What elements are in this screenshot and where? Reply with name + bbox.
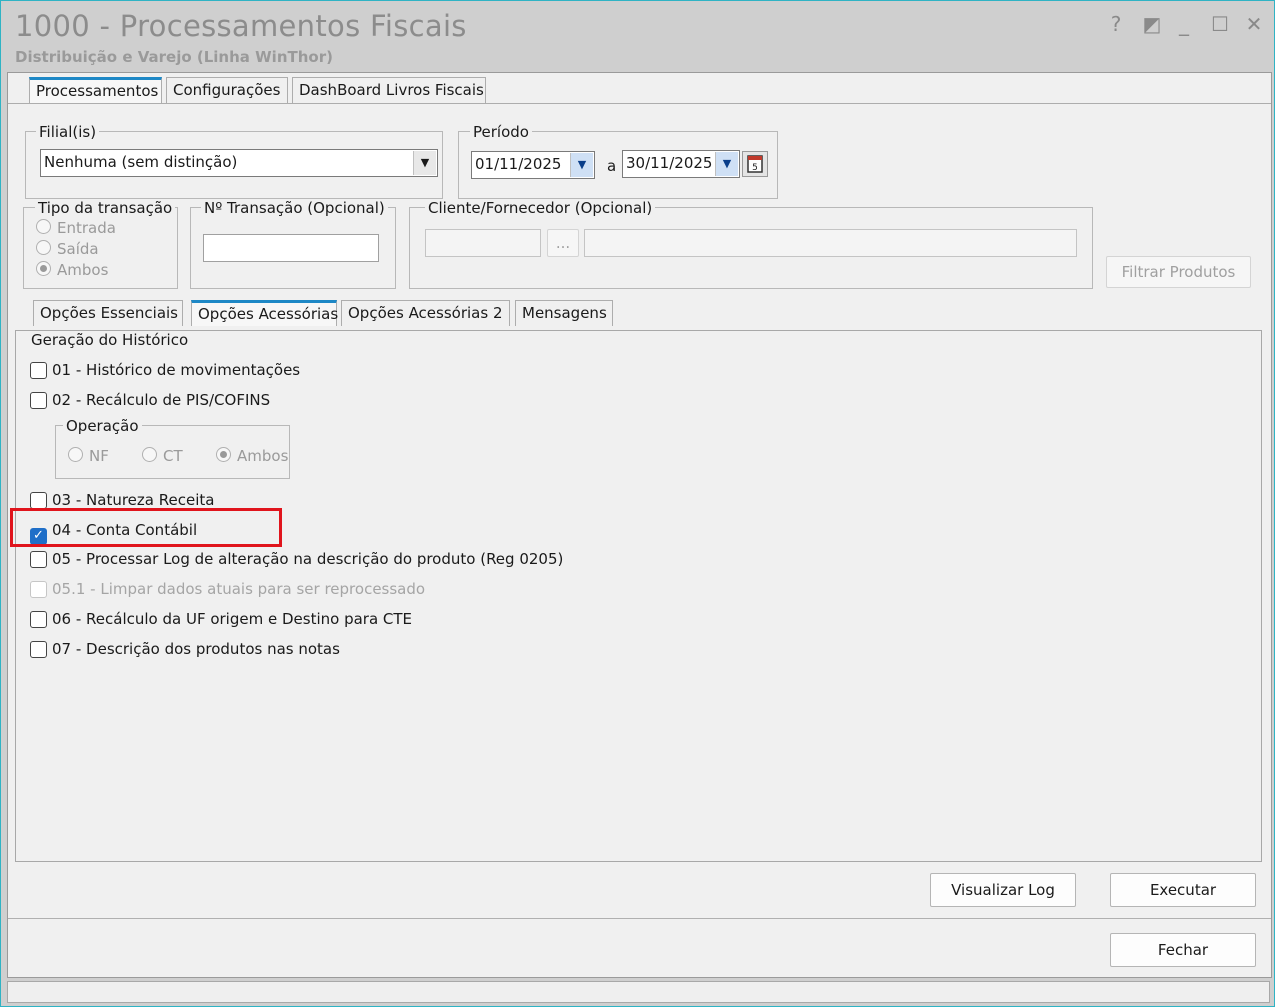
checkbox-limpar-dados[interactable]: 05.1 - Limpar dados atuais para ser repr… (30, 578, 425, 600)
radio-ambos[interactable]: Ambos (36, 261, 108, 279)
checkbox-box (30, 641, 47, 658)
tab-mensagens[interactable]: Mensagens (515, 300, 613, 326)
cliente-fornecedor-legend: Cliente/Fornecedor (Opcional) (425, 199, 656, 217)
checkbox-label: 05.1 - Limpar dados atuais para ser repr… (52, 580, 426, 598)
calendar-icon[interactable]: 5 (742, 151, 768, 177)
checkbox-recalculo-pis-cofins[interactable]: 02 - Recálculo de PIS/COFINS (30, 389, 270, 411)
radio-label: NF (89, 447, 109, 465)
radio-op-ambos[interactable]: Ambos (216, 447, 288, 465)
cliente-browse-button[interactable]: ... (547, 229, 579, 257)
tab-label: Opções Acessórias (198, 305, 339, 323)
num-transacao-input[interactable] (203, 234, 379, 262)
checkbox-box (30, 362, 47, 379)
radio-circle (36, 261, 51, 276)
radio-label: Ambos (237, 447, 289, 465)
tab-label: Opções Essenciais (40, 304, 178, 322)
maximize-icon[interactable]: ☐ (1207, 11, 1233, 37)
tab-dashboard-livros-fiscais[interactable]: DashBoard Livros Fiscais (292, 77, 486, 103)
radio-entrada[interactable]: Entrada (36, 219, 116, 237)
chevron-down-icon[interactable]: ▼ (715, 152, 738, 176)
help-icon[interactable]: ? (1103, 11, 1129, 37)
checkbox-box (30, 611, 47, 628)
checkbox-label: 05 - Processar Log de alteração na descr… (52, 550, 564, 568)
filial-legend: Filial(is) (36, 123, 100, 141)
cliente-code-input[interactable] (425, 229, 541, 257)
svg-text:5: 5 (752, 163, 758, 173)
chevron-down-icon[interactable]: ▼ (413, 151, 436, 175)
periodo-to-date[interactable]: 30/11/2025 ▼ (622, 150, 740, 178)
historico-title: Geração do Histórico (31, 331, 189, 349)
radio-circle (142, 447, 157, 462)
tab-label: Opções Acessórias 2 (348, 304, 503, 322)
radio-label: Saída (57, 240, 99, 258)
checkbox-descricao-produtos[interactable]: 07 - Descrição dos produtos nas notas (30, 638, 340, 660)
window-subtitle: Distribuição e Varejo (Linha WinThor) (15, 48, 333, 66)
radio-circle (216, 447, 231, 462)
footer-divider (8, 918, 1271, 919)
executar-button[interactable]: Executar (1110, 873, 1256, 907)
restore-icon[interactable]: ◩ (1139, 11, 1165, 37)
radio-ct[interactable]: CT (142, 447, 183, 465)
radio-circle (36, 240, 51, 255)
periodo-legend: Período (470, 123, 532, 141)
tab-processamentos[interactable]: Processamentos (29, 77, 162, 103)
status-bar (7, 981, 1270, 1003)
checkbox-label: 01 - Histórico de movimentações (52, 361, 301, 379)
checkbox-processar-log-0205[interactable]: 05 - Processar Log de alteração na descr… (30, 548, 563, 570)
radio-label: Entrada (57, 219, 116, 237)
fechar-button[interactable]: Fechar (1110, 933, 1256, 967)
minimize-icon[interactable]: _ (1171, 11, 1197, 37)
periodo-separator: a (607, 157, 617, 175)
checkbox-box (30, 492, 47, 509)
filtrar-produtos-button[interactable]: Filtrar Produtos (1106, 256, 1251, 288)
checkbox-historico-movimentacoes[interactable]: 01 - Histórico de movimentações (30, 359, 300, 381)
visualizar-log-button[interactable]: Visualizar Log (930, 873, 1076, 907)
tipo-transacao-legend: Tipo da transação (35, 199, 176, 217)
opcoes-acessorias-panel: Geração do Histórico 01 - Histórico de m… (15, 330, 1262, 862)
radio-label: Ambos (57, 261, 109, 279)
periodo-from-date[interactable]: 01/11/2025 ▼ (471, 151, 595, 179)
checkbox-label: 06 - Recálculo da UF origem e Destino pa… (52, 610, 413, 628)
num-transacao-legend: Nº Transação (Opcional) (201, 199, 388, 217)
date-to-value: 30/11/2025 (626, 154, 713, 172)
tab-label: DashBoard Livros Fiscais (299, 81, 484, 99)
cliente-name-input[interactable] (584, 229, 1077, 257)
checkbox-box (30, 392, 47, 409)
tab-label: Configurações (173, 81, 281, 99)
operacao-legend: Operação (63, 417, 142, 435)
highlight-annotation (10, 508, 282, 547)
radio-label: CT (163, 447, 183, 465)
tab-opcoes-acessorias[interactable]: Opções Acessórias (191, 300, 339, 326)
tab-label: Processamentos (36, 82, 159, 100)
close-icon[interactable]: ✕ (1241, 11, 1267, 37)
tab-opcoes-acessorias-2[interactable]: Opções Acessórias 2 (341, 300, 510, 326)
checkbox-label: 02 - Recálculo de PIS/COFINS (52, 391, 271, 409)
radio-circle (36, 219, 51, 234)
radio-circle (68, 447, 83, 462)
chevron-down-icon[interactable]: ▼ (570, 153, 593, 177)
radio-saida[interactable]: Saída (36, 240, 99, 258)
checkbox-box (30, 581, 47, 598)
checkbox-label: 07 - Descrição dos produtos nas notas (52, 640, 340, 658)
tab-strip-divider (8, 103, 1271, 104)
window-title: 1000 - Processamentos Fiscais (15, 9, 467, 43)
date-from-value: 01/11/2025 (475, 155, 562, 173)
filial-value: Nenhuma (sem distinção) (44, 153, 238, 171)
radio-nf[interactable]: NF (68, 447, 109, 465)
checkbox-recalculo-uf-cte[interactable]: 06 - Recálculo da UF origem e Destino pa… (30, 608, 412, 630)
checkbox-box (30, 551, 47, 568)
tab-label: Mensagens (522, 304, 607, 322)
tab-configuracoes[interactable]: Configurações (166, 77, 288, 103)
checkbox-label: 03 - Natureza Receita (52, 491, 215, 509)
tab-opcoes-essenciais[interactable]: Opções Essenciais (33, 300, 183, 326)
filial-select[interactable]: Nenhuma (sem distinção) ▼ (40, 149, 438, 177)
